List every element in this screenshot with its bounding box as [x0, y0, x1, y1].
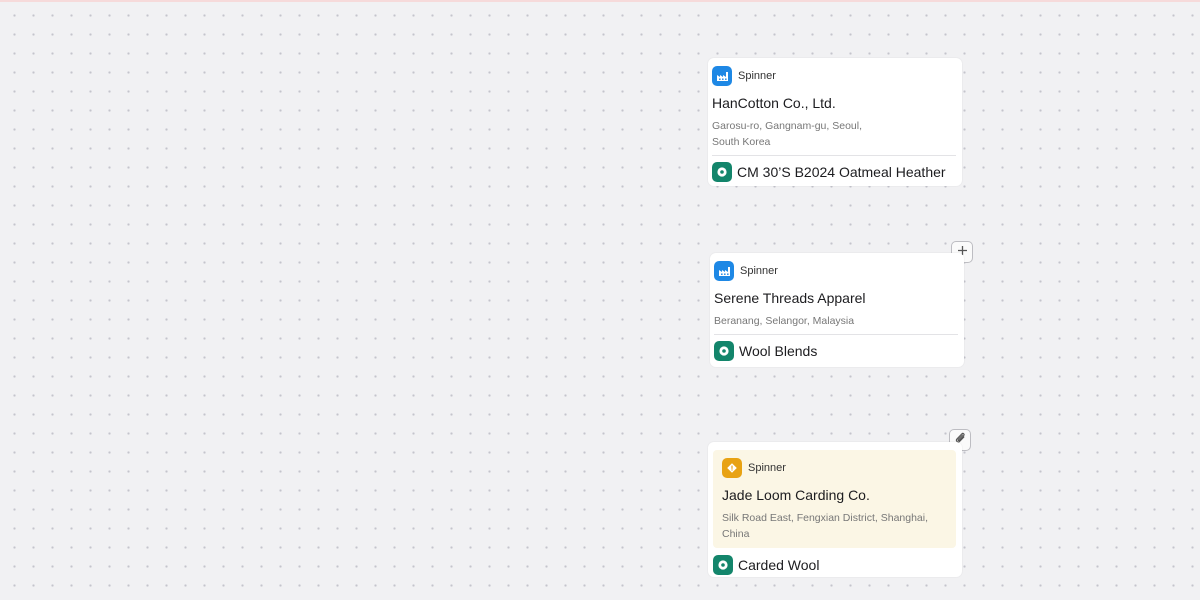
yarn-cone-icon	[712, 162, 732, 182]
product-row[interactable]: Wool Blends	[714, 341, 958, 361]
supplier-card-serene[interactable]: Spinner Serene Threads Apparel Beranang,…	[710, 253, 964, 367]
supplier-address: Garosu-ro, Gangnam-gu, Seoul, South Kore…	[712, 118, 956, 150]
card-type-label: Spinner	[740, 265, 778, 277]
supplier-card-jadeloom[interactable]: Spinner Jade Loom Carding Co. Silk Road …	[708, 442, 962, 577]
supplier-name: Jade Loom Carding Co.	[722, 487, 870, 503]
supplier-name: Serene Threads Apparel	[714, 290, 866, 306]
product-row[interactable]: CM 30’S B2024 Oatmeal Heather	[712, 162, 956, 182]
product-name: Wool Blends	[739, 343, 818, 359]
supplier-address: Beranang, Selangor, Malaysia	[714, 313, 958, 329]
factory-icon	[714, 261, 734, 281]
supplier-card-hancotton[interactable]: Spinner HanCotton Co., Ltd. Garosu-ro, G…	[708, 58, 962, 186]
address-line-2: South Korea	[712, 136, 771, 148]
product-name: Carded Wool	[738, 557, 820, 573]
highlighted-header: Spinner Jade Loom Carding Co. Silk Road …	[713, 450, 956, 548]
warning-icon	[722, 458, 742, 478]
card-type-label: Spinner	[738, 70, 776, 82]
card-header: Spinner	[714, 261, 958, 281]
yarn-cone-icon	[713, 555, 733, 575]
yarn-cone-icon	[714, 341, 734, 361]
address-line-2: China	[722, 528, 750, 540]
card-header: Spinner	[712, 66, 956, 86]
supplier-name: HanCotton Co., Ltd.	[712, 95, 836, 111]
supplier-address: Silk Road East, Fengxian District, Shang…	[722, 510, 950, 542]
address-line-1: Garosu-ro, Gangnam-gu, Seoul,	[712, 120, 862, 132]
card-header: Spinner	[722, 458, 950, 478]
factory-icon	[712, 66, 732, 86]
card-divider	[714, 334, 958, 335]
product-row[interactable]: Carded Wool	[713, 555, 956, 575]
address-line-1: Beranang, Selangor, Malaysia	[714, 315, 855, 327]
card-divider	[712, 155, 956, 156]
address-line-1: Silk Road East, Fengxian District, Shang…	[722, 512, 929, 524]
product-name: CM 30’S B2024 Oatmeal Heather	[737, 164, 946, 180]
card-type-label: Spinner	[748, 462, 786, 474]
top-border	[0, 0, 1200, 2]
